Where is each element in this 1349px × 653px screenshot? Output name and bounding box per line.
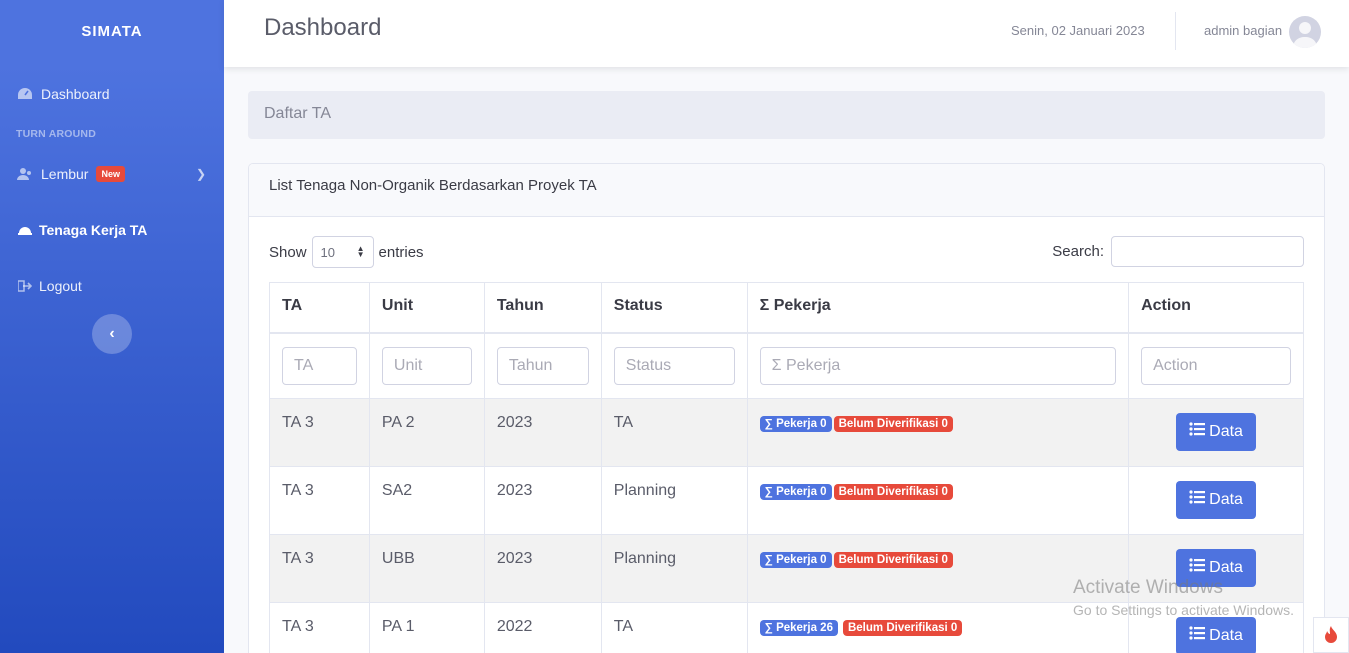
data-button-label: Data <box>1209 558 1243 576</box>
list-icon <box>1189 626 1206 645</box>
cell-pekerja: ∑ Pekerja 0 Belum Diverifikasi 0 <box>746 397 1130 467</box>
cell-tahun: 2023 <box>483 397 602 467</box>
cell-action: Data <box>1128 465 1304 535</box>
page-title: Dashboard <box>264 14 382 41</box>
avatar[interactable] <box>1289 16 1321 48</box>
hard-hat-icon <box>17 223 33 237</box>
cell-tahun: 2023 <box>483 533 602 603</box>
column-header-tahun[interactable]: Tahun <box>483 282 602 334</box>
filter-pekerja-input[interactable]: Σ Pekerja <box>759 346 1117 385</box>
cell-pekerja: ∑ Pekerja 0 Belum Diverifikasi 0 <box>746 533 1130 603</box>
cell-ta: TA 3 <box>269 397 370 467</box>
topbar-divider <box>1175 12 1176 50</box>
data-button-label: Data <box>1209 422 1243 440</box>
cell-unit: PA 2 <box>368 397 485 467</box>
pekerja-badge: ∑ Pekerja 0 <box>759 551 832 568</box>
entries-length-control: Show 10 ▲ ▼ entries <box>269 236 424 268</box>
sign-out-icon <box>17 279 33 293</box>
header-row: TA Unit Tahun Status Σ Pekerja Action <box>269 282 1304 334</box>
sidebar-item-label: Tenaga Kerja TA <box>39 222 148 238</box>
pekerja-badge: ∑ Pekerja 0 <box>759 483 832 500</box>
search-input[interactable] <box>1111 236 1304 267</box>
cell-unit: PA 1 <box>368 601 485 653</box>
tachometer-icon <box>17 87 33 101</box>
sidebar-item-label: Dashboard <box>41 86 110 102</box>
list-icon <box>1189 422 1206 441</box>
sidebar-item-logout[interactable]: Logout <box>17 278 241 294</box>
cell-status: TA <box>600 601 748 653</box>
sidebar-item-dashboard[interactable]: Dashboard <box>17 86 241 102</box>
new-badge: New <box>96 166 125 182</box>
cell-pekerja: ∑ Pekerja 0 Belum Diverifikasi 0 <box>746 465 1130 535</box>
cell-unit: SA2 <box>368 465 485 535</box>
data-button[interactable]: Data <box>1176 480 1257 519</box>
user-name[interactable]: admin bagian <box>1204 23 1282 38</box>
search-label: Search: <box>1052 243 1104 260</box>
cell-tahun: 2023 <box>483 465 602 535</box>
cell-status: Planning <box>600 465 748 535</box>
chevron-left-icon: ‹ <box>109 325 115 342</box>
cell-action: Data <box>1128 397 1304 467</box>
verif-badge: Belum Diverifikasi 0 <box>842 619 963 636</box>
filter-unit-input[interactable]: Unit <box>381 346 472 385</box>
list-icon <box>1189 490 1206 509</box>
sidebar: SIMATA Dashboard TURN AROUND Lembur New … <box>0 0 224 653</box>
cell-status: TA <box>600 397 748 467</box>
pekerja-badge: ∑ Pekerja 26 <box>759 619 838 636</box>
data-button-label: Data <box>1209 490 1243 508</box>
sidebar-heading: TURN AROUND <box>16 128 96 140</box>
table-row: TA 3 PA 2 2023 TA ∑ Pekerja 0 Belum Diver… <box>269 397 1304 467</box>
entries-value: 10 <box>320 244 335 260</box>
cell-tahun: 2022 <box>483 601 602 653</box>
topbar: Dashboard Senin, 02 Januari 2023 admin b… <box>224 0 1349 67</box>
verif-badge: Belum Diverifikasi 0 <box>833 483 953 500</box>
sidebar-item-lembur[interactable]: Lembur New ❯ <box>17 166 241 182</box>
sidebar-item-tenaga-kerja[interactable]: Tenaga Kerja TA <box>17 222 241 238</box>
cell-pekerja: ∑ Pekerja 26 Belum Diverifikasi 0 <box>746 601 1130 653</box>
breadcrumb: Daftar TA <box>248 91 1325 139</box>
column-header-unit[interactable]: Unit <box>368 282 485 334</box>
flame-icon[interactable] <box>1313 617 1349 653</box>
data-button[interactable]: Data <box>1176 616 1257 653</box>
sort-arrows-icon: ▲ ▼ <box>356 244 365 259</box>
column-header-pekerja[interactable]: Σ Pekerja <box>746 282 1130 334</box>
current-date: Senin, 02 Januari 2023 <box>1011 23 1145 38</box>
users-icon <box>17 167 33 181</box>
chevron-right-icon: ❯ <box>195 167 206 181</box>
pekerja-badge: ∑ Pekerja 0 <box>759 415 832 432</box>
cell-ta: TA 3 <box>269 601 370 653</box>
column-header-ta[interactable]: TA <box>269 282 370 334</box>
filter-tahun-input[interactable]: Tahun <box>496 346 589 385</box>
cell-status: Planning <box>600 533 748 603</box>
list-icon <box>1189 558 1206 577</box>
sidebar-toggle-button[interactable]: ‹ <box>92 314 132 354</box>
filter-row: TA Unit Tahun Status Σ Pekerja Action <box>269 332 1304 399</box>
cell-ta: TA 3 <box>269 465 370 535</box>
entries-label: entries <box>378 243 424 261</box>
entries-select[interactable]: 10 ▲ ▼ <box>311 236 374 268</box>
verif-badge: Belum Diverifikasi 0 <box>833 551 953 568</box>
table-row: TA 3 SA2 2023 Planning ∑ Pekerja 0 Belum … <box>269 465 1304 535</box>
data-button[interactable]: Data <box>1176 412 1257 451</box>
cell-unit: UBB <box>368 533 485 603</box>
sidebar-item-label: Lembur <box>41 166 89 182</box>
brand-logo[interactable]: SIMATA <box>0 0 224 62</box>
column-header-action[interactable]: Action <box>1128 282 1304 334</box>
cell-ta: TA 3 <box>269 533 370 603</box>
activation-watermark-subtitle: Go to Settings to activate Windows. <box>1073 602 1294 618</box>
filter-status-input[interactable]: Status <box>613 346 735 385</box>
column-header-status[interactable]: Status <box>600 282 748 334</box>
sidebar-item-label: Logout <box>39 278 82 294</box>
verif-badge: Belum Diverifikasi 0 <box>833 415 953 432</box>
data-button-label: Data <box>1209 626 1243 644</box>
filter-action-input[interactable]: Action <box>1141 346 1291 385</box>
activation-watermark-title: Activate Windows <box>1073 577 1223 598</box>
card-title: List Tenaga Non-Organik Berdasarkan Proy… <box>249 164 1324 217</box>
show-label: Show <box>269 243 307 261</box>
search-control: Search: <box>1052 236 1304 267</box>
filter-ta-input[interactable]: TA <box>282 346 357 385</box>
